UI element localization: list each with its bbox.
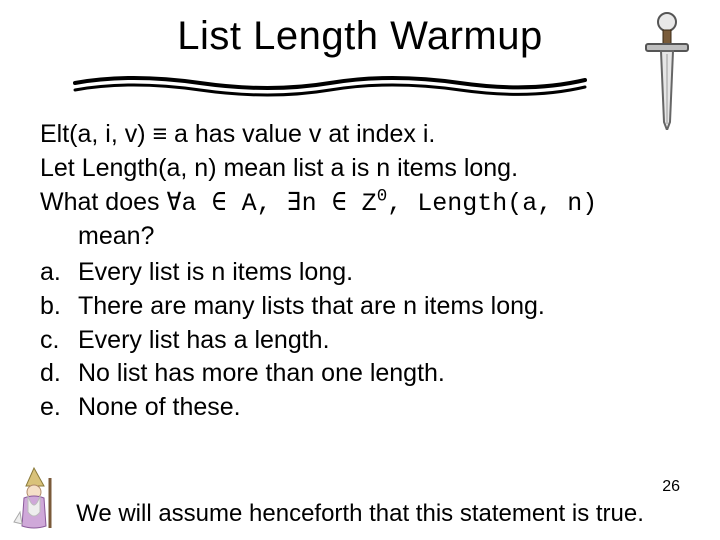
def-elt-symbol: ≡ xyxy=(153,120,168,148)
option-text: No list has more than one length. xyxy=(78,357,445,391)
content-body: Elt(a, i, v) ≡ a has value v at index i.… xyxy=(40,118,680,425)
definition-length: Let Length(a, n) mean list a is n items … xyxy=(40,152,680,186)
question-code-1: ∀a ∈ A, ∃n ∈ Z xyxy=(166,189,376,218)
option-text: Every list has a length. xyxy=(78,324,330,358)
title-underline-decoration xyxy=(70,68,590,98)
wizard-icon xyxy=(6,464,66,534)
option-label: d. xyxy=(40,357,78,391)
page-number: 26 xyxy=(662,478,680,496)
sword-icon xyxy=(632,10,702,130)
option-text: There are many lists that are n items lo… xyxy=(78,290,545,324)
question-line: What does ∀a ∈ A, ∃n ∈ Z0, Length(a, n) xyxy=(40,186,680,221)
question-prefix: What does xyxy=(40,188,166,216)
question-code-2: , Length(a, n) xyxy=(387,189,597,218)
question-code-sup: 0 xyxy=(377,186,388,206)
footer-note: We will assume henceforth that this stat… xyxy=(0,500,720,528)
options-list: a. Every list is n items long. b. There … xyxy=(40,256,680,425)
option-a: a. Every list is n items long. xyxy=(40,256,680,290)
option-text: None of these. xyxy=(78,391,241,425)
option-d: d. No list has more than one length. xyxy=(40,357,680,391)
slide: List Length Warmup Elt(a, i, v) ≡ a has … xyxy=(0,0,720,540)
def-elt-prefix: Elt(a, i, v) xyxy=(40,120,153,148)
option-text: Every list is n items long. xyxy=(78,256,353,290)
question-mean: mean? xyxy=(78,220,680,254)
title-area: List Length Warmup xyxy=(0,0,720,59)
option-label: e. xyxy=(40,391,78,425)
option-e: e. None of these. xyxy=(40,391,680,425)
option-b: b. There are many lists that are n items… xyxy=(40,290,680,324)
option-label: c. xyxy=(40,324,78,358)
option-c: c. Every list has a length. xyxy=(40,324,680,358)
definition-elt: Elt(a, i, v) ≡ a has value v at index i. xyxy=(40,118,680,152)
option-label: a. xyxy=(40,256,78,290)
def-elt-suffix: a has value v at index i. xyxy=(167,120,435,148)
option-label: b. xyxy=(40,290,78,324)
slide-title: List Length Warmup xyxy=(0,14,720,59)
